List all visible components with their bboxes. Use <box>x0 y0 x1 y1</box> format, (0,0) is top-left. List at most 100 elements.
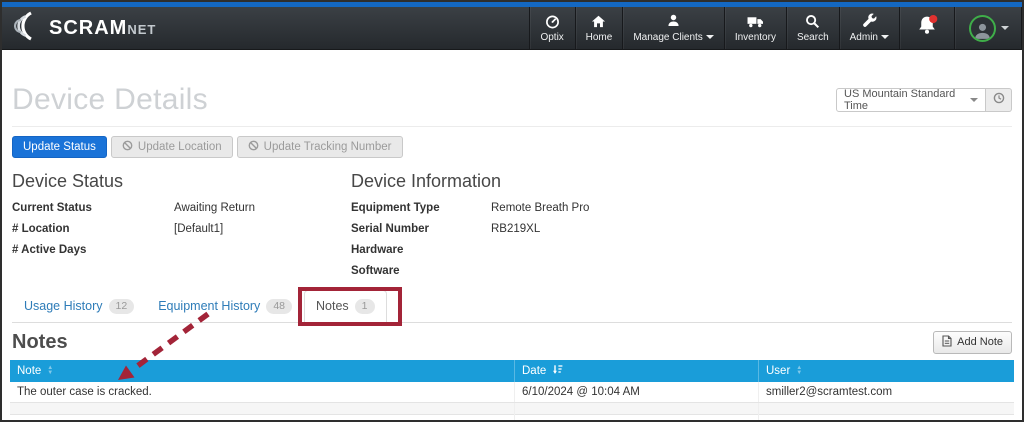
timezone-addon-button[interactable] <box>986 88 1012 112</box>
field-hardware: Hardware <box>351 244 1012 265</box>
brand-primary: SCRAM <box>49 17 127 40</box>
nav-item-label: Optix <box>540 32 563 43</box>
device-information-section: Device Information Equipment Type Remote… <box>351 171 1012 286</box>
ban-icon <box>122 140 133 154</box>
field-serial-number: Serial Number RB219XL <box>351 223 1012 244</box>
truck-icon <box>747 14 764 29</box>
field-value: Remote Breath Pro <box>491 202 1012 214</box>
field-label: Equipment Type <box>351 202 491 214</box>
field-label: # Active Days <box>12 244 174 256</box>
field-value: RB219XL <box>491 223 1012 235</box>
column-label: Date <box>522 365 546 377</box>
update-tracking-label: Update Tracking Number <box>264 141 392 153</box>
nav-item-optix[interactable]: Optix <box>529 7 575 49</box>
app-window: SCRAM NET Optix <box>0 0 1024 422</box>
timezone-control: US Mountain Standard Time <box>836 88 1012 112</box>
note-document-icon <box>942 335 952 350</box>
detail-tabs: Usage History 12 Equipment History 48 No… <box>12 290 1012 323</box>
column-header-date[interactable]: Date <box>514 360 758 382</box>
field-equipment-type: Equipment Type Remote Breath Pro <box>351 202 1012 223</box>
update-location-label: Update Location <box>138 141 222 153</box>
user-cell: smiller2@scramtest.com <box>758 382 1014 402</box>
add-note-label: Add Note <box>957 336 1003 348</box>
search-icon <box>805 14 820 29</box>
add-note-button[interactable]: Add Note <box>933 331 1012 354</box>
empty-striped-row <box>10 403 1014 415</box>
field-software: Software <box>351 265 1012 286</box>
note-cell: The outer case is cracked. <box>10 382 514 402</box>
device-status-heading: Device Status <box>12 171 351 192</box>
gauge-icon <box>545 14 560 29</box>
notes-table: Note ▲▼ Date <box>10 360 1014 415</box>
page-body: Device Details US Mountain Standard Time <box>2 50 1022 415</box>
person-icon <box>666 13 681 28</box>
notes-heading: Notes <box>12 331 68 354</box>
chevron-down-icon <box>970 98 978 106</box>
update-location-button[interactable]: Update Location <box>111 136 233 158</box>
nav-item-label: Manage Clients <box>633 32 702 43</box>
nav-item-label: Admin <box>850 32 878 43</box>
column-label: User <box>766 365 790 377</box>
header-divider <box>12 126 1012 127</box>
field-value: [Default1] <box>174 223 351 235</box>
tab-equipment-history[interactable]: Equipment History 48 <box>146 290 304 323</box>
nav-item-search[interactable]: Search <box>786 7 839 49</box>
ban-icon <box>248 140 259 154</box>
field-label: Serial Number <box>351 223 491 235</box>
note-row: The outer case is cracked. 6/10/2024 @ 1… <box>10 382 1014 403</box>
timezone-selected-value: US Mountain Standard Time <box>844 88 970 112</box>
tab-count-badge: 1 <box>355 299 375 314</box>
nav-item-label: Home <box>586 32 613 43</box>
profile-menu[interactable] <box>954 7 1022 49</box>
bell-icon <box>915 14 939 43</box>
notes-table-header: Note ▲▼ Date <box>10 360 1014 382</box>
tab-count-badge: 48 <box>266 299 292 314</box>
avatar <box>969 15 996 42</box>
scramnet-logo[interactable]: SCRAM NET <box>14 7 156 49</box>
chevron-down-icon <box>881 35 889 43</box>
nav-item-admin[interactable]: Admin <box>839 7 899 49</box>
tab-label: Usage History <box>24 299 103 313</box>
notes-header: Notes Add Note <box>12 331 1012 354</box>
tab-label: Equipment History <box>158 299 260 313</box>
update-tracking-number-button[interactable]: Update Tracking Number <box>237 136 403 158</box>
chevron-down-icon <box>1001 26 1009 34</box>
field-label: Current Status <box>12 202 174 214</box>
sort-amount-desc-icon <box>552 364 563 378</box>
device-detail-columns: Device Status Current Status Awaiting Re… <box>12 171 1012 286</box>
clock-icon <box>993 91 1005 109</box>
field-label: Hardware <box>351 244 491 256</box>
tab-notes[interactable]: Notes 1 <box>304 290 387 323</box>
sort-icon: ▲▼ <box>47 366 53 375</box>
tab-usage-history[interactable]: Usage History 12 <box>12 290 146 323</box>
field-value: Awaiting Return <box>174 202 351 214</box>
home-icon <box>591 14 606 29</box>
field-label: # Location <box>12 223 174 235</box>
sort-icon: ▲▼ <box>796 366 802 375</box>
nav-item-manage-clients[interactable]: Manage Clients <box>622 7 723 49</box>
field-current-status: Current Status Awaiting Return <box>12 202 351 223</box>
nav-item-label: Search <box>797 32 829 43</box>
swoosh-logo-icon <box>14 11 42 46</box>
nav-item-home[interactable]: Home <box>575 7 623 49</box>
field-label: Software <box>351 265 491 277</box>
update-status-button[interactable]: Update Status <box>12 136 107 158</box>
tab-count-badge: 12 <box>109 299 135 314</box>
field-location: # Location [Default1] <box>12 223 351 244</box>
timezone-select[interactable]: US Mountain Standard Time <box>836 88 986 112</box>
field-active-days: # Active Days <box>12 244 351 265</box>
annotation-highlight-box <box>298 287 402 326</box>
nav-item-inventory[interactable]: Inventory <box>724 7 786 49</box>
device-information-heading: Device Information <box>351 171 1012 192</box>
chevron-down-icon <box>706 35 714 43</box>
column-header-note[interactable]: Note ▲▼ <box>10 360 514 382</box>
brand-secondary: NET <box>127 22 156 37</box>
notifications-button[interactable] <box>899 7 954 49</box>
top-navbar: SCRAM NET Optix <box>2 7 1022 50</box>
device-status-section: Device Status Current Status Awaiting Re… <box>12 171 351 286</box>
date-cell: 6/10/2024 @ 10:04 AM <box>514 382 758 402</box>
brand-text: SCRAM NET <box>49 17 156 40</box>
page-header: Device Details US Mountain Standard Time <box>12 50 1012 116</box>
column-header-user[interactable]: User ▲▼ <box>758 360 1014 382</box>
nav-item-label: Inventory <box>735 32 776 43</box>
